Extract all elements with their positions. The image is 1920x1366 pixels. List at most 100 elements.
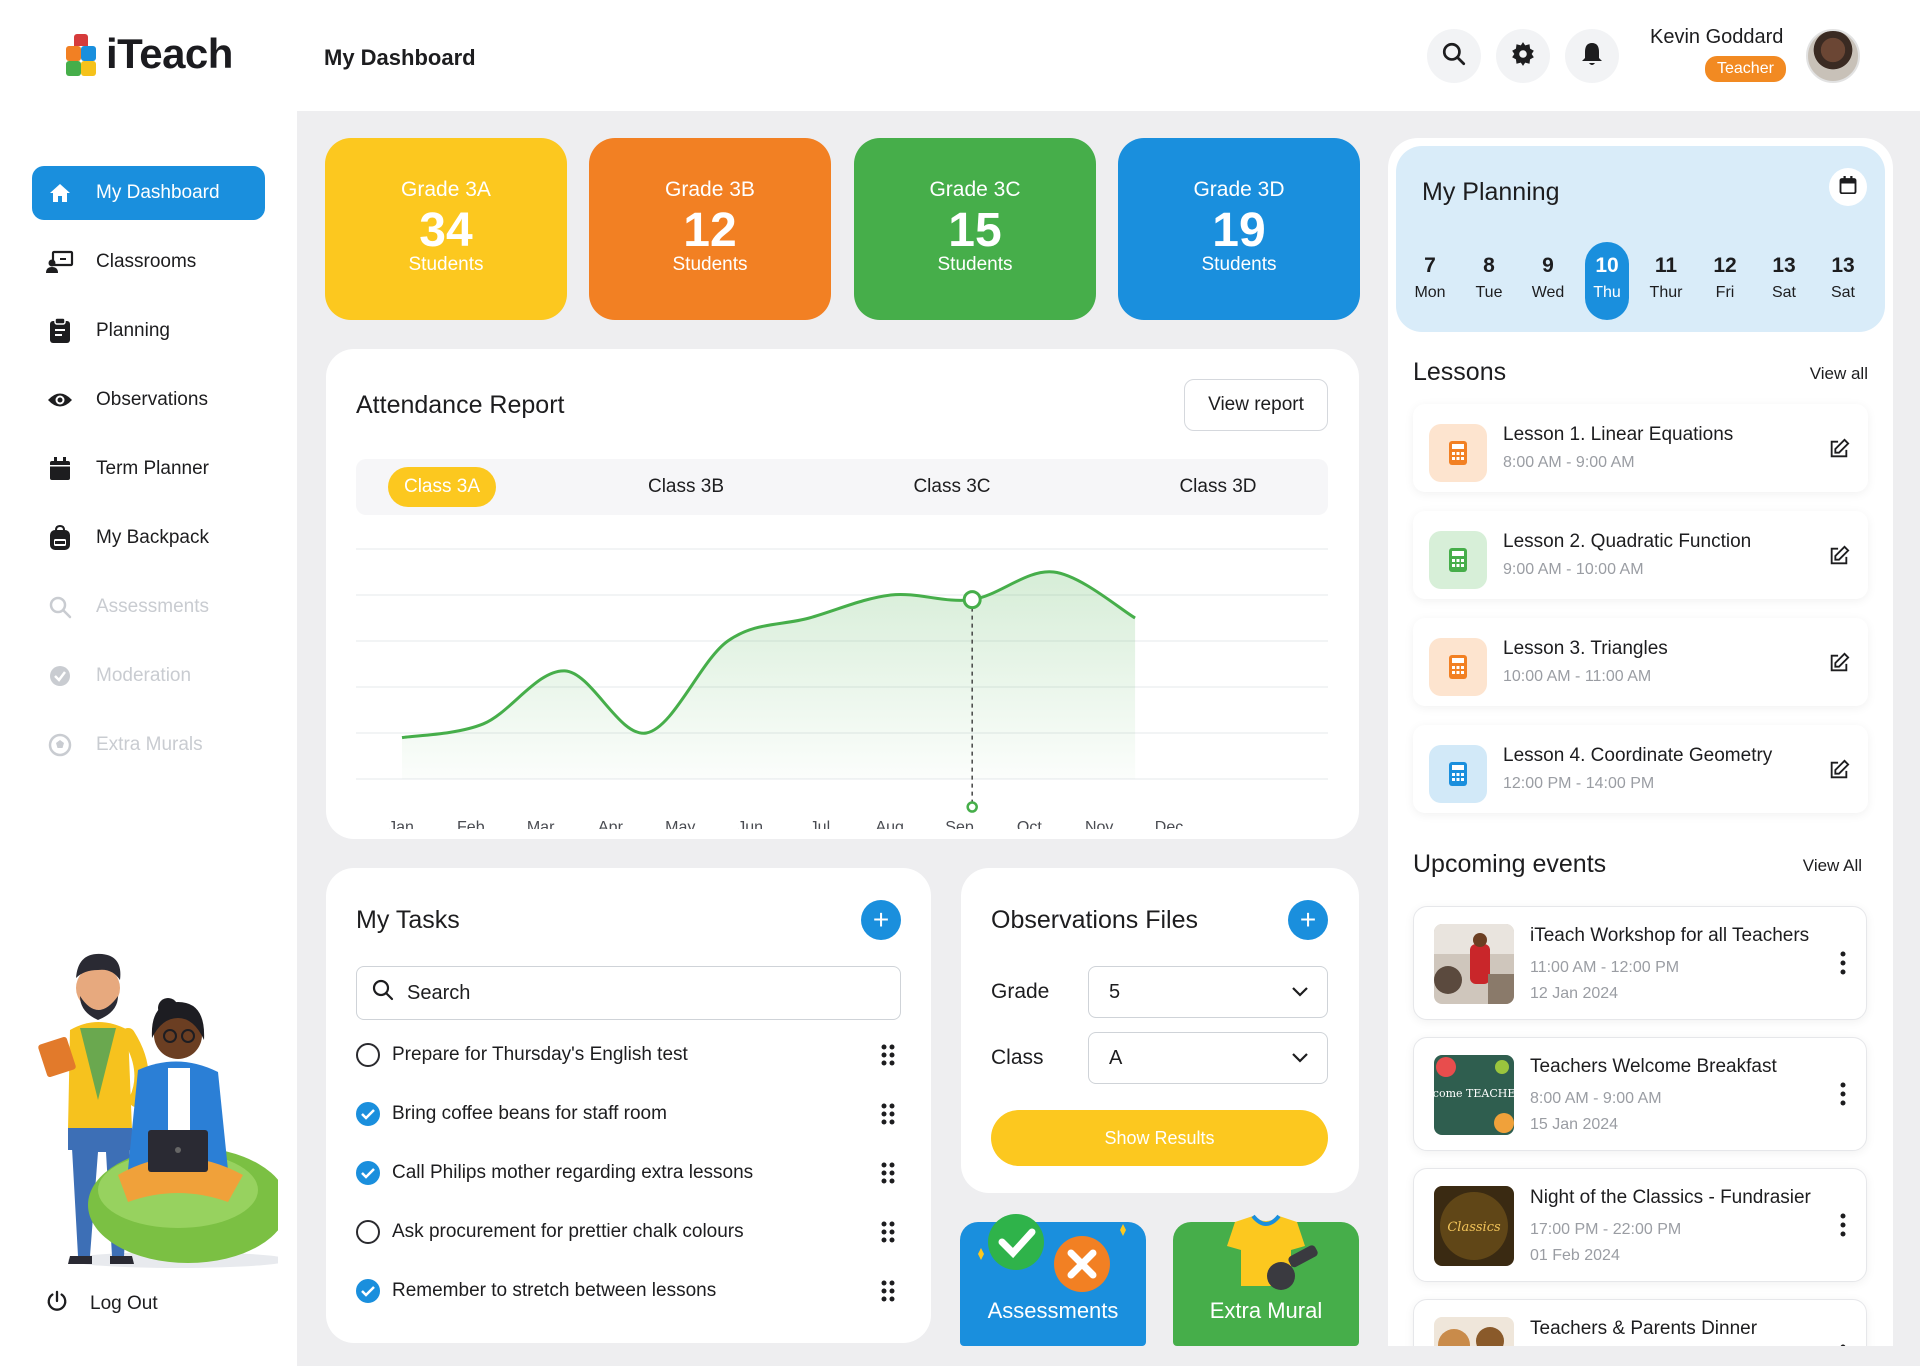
lesson-card[interactable]: Lesson 4. Coordinate Geometry 12:00 PM - … <box>1413 725 1868 813</box>
task-checkbox[interactable] <box>356 1220 380 1244</box>
tab-class-3b[interactable]: Class 3B <box>626 467 746 507</box>
day-tue[interactable]: 8 Tue <box>1467 242 1511 320</box>
day-fri[interactable]: 12 Fri <box>1703 242 1747 320</box>
x-tick-label: Jul <box>810 819 830 829</box>
top-header: My Dashboard Kevin Goddard Teacher <box>297 0 1920 111</box>
more-options-icon[interactable] <box>1840 1213 1846 1237</box>
search-icon <box>1441 41 1467 72</box>
task-item[interactable]: Call Philips mother regarding extra less… <box>356 1158 901 1188</box>
show-results-button[interactable]: Show Results <box>991 1110 1328 1166</box>
event-card[interactable]: Classics Night of the Classics - Fundrasi… <box>1413 1168 1867 1282</box>
lessons-title: Lessons <box>1413 358 1507 386</box>
more-options-icon[interactable] <box>1840 1344 1846 1346</box>
grade-select[interactable]: 5 <box>1088 966 1328 1018</box>
day-sat[interactable]: 13 Sat <box>1821 242 1865 320</box>
day-wed[interactable]: 9 Wed <box>1526 242 1570 320</box>
day-name: Thur <box>1649 284 1683 301</box>
nav-item-observations[interactable]: Observations <box>32 373 265 427</box>
grade-students-label: Students <box>672 254 748 275</box>
edit-icon[interactable] <box>1828 652 1850 674</box>
nav-item-classrooms[interactable]: Classrooms <box>32 235 265 289</box>
task-item[interactable]: Prepare for Thursday's English test <box>356 1040 901 1070</box>
tab-class-3a[interactable]: Class 3A <box>388 467 496 507</box>
more-options-icon[interactable] <box>1840 951 1846 975</box>
nav-item-backpack[interactable]: My Backpack <box>32 511 265 565</box>
grade-card-3d[interactable]: Grade 3D 19 Students <box>1118 138 1360 320</box>
task-checkbox[interactable] <box>356 1102 380 1126</box>
task-checkbox[interactable] <box>356 1161 380 1185</box>
task-text: Ask procurement for prettier chalk colou… <box>392 1221 744 1242</box>
task-item[interactable]: Bring coffee beans for staff room <box>356 1099 901 1129</box>
edit-icon[interactable] <box>1828 759 1850 781</box>
x-tick-label: Apr <box>598 819 624 829</box>
day-name: Wed <box>1531 284 1565 301</box>
event-card[interactable]: Teachers & Parents Dinner <box>1413 1299 1867 1346</box>
drag-handle-icon[interactable] <box>881 1280 895 1302</box>
lesson-title: Lesson 2. Quadratic Function <box>1503 531 1752 552</box>
drag-handle-icon[interactable] <box>881 1162 895 1184</box>
day-number: 7 <box>1424 254 1436 277</box>
day-thur[interactable]: 11 Thur <box>1644 242 1688 320</box>
logout-button[interactable]: Log Out <box>46 1290 158 1318</box>
nav-item-assessments[interactable]: Assessments <box>32 580 265 634</box>
nav-item-extra-murals[interactable]: Extra Murals <box>32 718 265 772</box>
day-number: 13 <box>1831 254 1855 277</box>
task-search-input[interactable]: Search <box>356 966 901 1020</box>
user-avatar[interactable] <box>1806 29 1860 83</box>
lesson-card[interactable]: Lesson 1. Linear Equations 8:00 AM - 9:00… <box>1413 404 1868 492</box>
nav-item-term-planner[interactable]: Term Planner <box>32 442 265 496</box>
nav-item-dashboard[interactable]: My Dashboard <box>32 166 265 220</box>
settings-button[interactable] <box>1496 29 1550 83</box>
task-item[interactable]: Remember to stretch between lessons <box>356 1276 901 1306</box>
thumb-text: Welcome TEACHERS! <box>1434 1087 1514 1100</box>
grade-student-count: 19 <box>1212 204 1266 257</box>
grade-card-3c[interactable]: Grade 3C 15 Students <box>854 138 1096 320</box>
drag-handle-icon[interactable] <box>881 1103 895 1125</box>
view-report-button[interactable]: View report <box>1184 379 1328 431</box>
observations-files-panel: Observations Files + Grade 5 Class A Sho… <box>961 868 1359 1193</box>
attendance-report-panel: Attendance Report View report Class 3A C… <box>326 349 1359 839</box>
tab-class-3d[interactable]: Class 3D <box>1158 467 1278 507</box>
nav-item-moderation[interactable]: Moderation <box>32 649 265 703</box>
lessons-view-all-link[interactable]: View all <box>1810 364 1868 384</box>
task-checkbox[interactable] <box>356 1043 380 1067</box>
event-card[interactable]: Welcome TEACHERS! Teachers Welcome Breakf… <box>1413 1037 1867 1151</box>
search-button[interactable] <box>1427 29 1481 83</box>
add-task-button[interactable]: + <box>861 900 901 940</box>
extra-mural-tile[interactable]: Extra Mural <box>1173 1214 1359 1346</box>
event-card[interactable]: iTeach Workshop for all Teachers 11:00 AM… <box>1413 906 1867 1020</box>
task-item[interactable]: Ask procurement for prettier chalk colou… <box>356 1217 901 1247</box>
grade-card-3b[interactable]: Grade 3B 12 Students <box>589 138 831 320</box>
more-options-icon[interactable] <box>1840 1082 1846 1106</box>
drag-handle-icon[interactable] <box>881 1221 895 1243</box>
day-mon[interactable]: 7 Mon <box>1408 242 1452 320</box>
lesson-card[interactable]: Lesson 2. Quadratic Function 9:00 AM - 10… <box>1413 511 1868 599</box>
events-title: Upcoming events <box>1413 850 1607 878</box>
task-checkbox[interactable] <box>356 1279 380 1303</box>
day-sat[interactable]: 13 Sat <box>1762 242 1806 320</box>
calendar-button[interactable] <box>1829 168 1867 206</box>
grade-title: Grade 3A <box>401 178 491 201</box>
day-thu[interactable]: 10 Thu <box>1585 242 1629 320</box>
notifications-button[interactable] <box>1565 29 1619 83</box>
lesson-card[interactable]: Lesson 3. Triangles 10:00 AM - 11:00 AM <box>1413 618 1868 706</box>
grade-card-3a[interactable]: Grade 3A 34 Students <box>325 138 567 320</box>
edit-icon[interactable] <box>1828 438 1850 460</box>
plus-icon: + <box>1299 904 1317 935</box>
nav-item-planning[interactable]: Planning <box>32 304 265 358</box>
assessments-tile[interactable]: Assessments <box>960 1214 1146 1346</box>
class-select[interactable]: A <box>1088 1032 1328 1084</box>
class-tabs: Class 3A Class 3B Class 3C Class 3D <box>356 459 1328 515</box>
bell-icon <box>1580 41 1604 72</box>
backpack-icon <box>46 524 74 552</box>
lesson-title: Lesson 3. Triangles <box>1503 638 1668 659</box>
add-observation-button[interactable]: + <box>1288 900 1328 940</box>
event-time: 8:00 AM - 9:00 AM <box>1530 1090 1662 1107</box>
tab-class-3c[interactable]: Class 3C <box>892 467 1012 507</box>
app-logo[interactable]: iTeach <box>64 30 233 78</box>
events-view-all-link[interactable]: View All <box>1803 856 1862 876</box>
attendance-chart: Jan Feb Mar Apr May Jun Jul Aug Sep Oct Nov Dec <box>356 548 1328 829</box>
edit-icon[interactable] <box>1828 545 1850 567</box>
x-tick-label: Oct <box>1017 819 1042 829</box>
drag-handle-icon[interactable] <box>881 1044 895 1066</box>
